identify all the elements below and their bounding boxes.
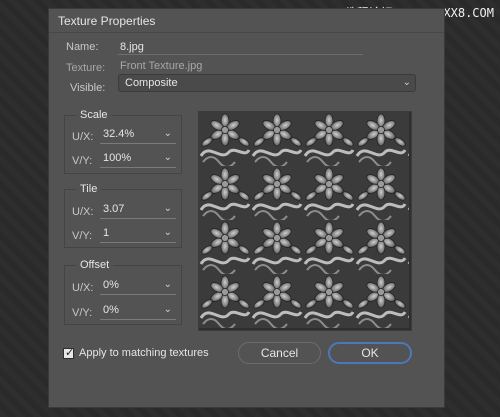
offset-ux-value: 0% [103, 279, 119, 291]
scale-vy-field[interactable]: 100% ⌄ [100, 150, 176, 168]
offset-vy-label: V/Y: [72, 307, 93, 319]
chevron-down-icon[interactable]: ⌄ [164, 128, 172, 139]
apply-checkbox[interactable]: ✓ [63, 347, 75, 359]
visible-label: Visible: [70, 82, 106, 94]
visible-select-value: Composite [125, 77, 178, 89]
chevron-down-icon[interactable]: ⌄ [164, 279, 172, 290]
offset-ux-label: U/X: [72, 282, 94, 294]
chevron-down-icon[interactable]: ⌄ [164, 203, 172, 214]
tile-ux-value: 3.07 [103, 203, 125, 215]
cancel-button[interactable]: Cancel [238, 342, 321, 364]
chevron-down-icon: ⌄ [402, 77, 411, 88]
name-underline [118, 54, 363, 55]
scale-group-label: Scale [76, 109, 112, 121]
chevron-down-icon[interactable]: ⌄ [164, 227, 172, 238]
visible-select[interactable]: Composite ⌄ [118, 74, 416, 92]
dialog-title: Texture Properties [49, 9, 444, 33]
scale-vy-label: V/Y: [72, 155, 93, 167]
scale-ux-label: U/X: [72, 131, 94, 143]
checkmark-icon: ✓ [65, 347, 75, 359]
texture-value: Front Texture.jpg [120, 60, 203, 72]
tile-vy-value: 1 [103, 227, 110, 239]
scale-ux-value: 32.4% [103, 128, 135, 140]
offset-ux-field[interactable]: 0% ⌄ [100, 277, 176, 295]
tile-group-label: Tile [76, 183, 102, 195]
tile-ux-field[interactable]: 3.07 ⌄ [100, 201, 176, 219]
offset-vy-field[interactable]: 0% ⌄ [100, 302, 176, 320]
floral-pattern-image [199, 112, 409, 328]
ok-button[interactable]: OK [328, 342, 412, 364]
scale-vy-value: 100% [103, 152, 132, 164]
scale-ux-field[interactable]: 32.4% ⌄ [100, 126, 176, 144]
tile-ux-label: U/X: [72, 206, 94, 218]
texture-label: Texture: [66, 62, 106, 74]
name-label: Name: [66, 41, 99, 53]
chevron-down-icon[interactable]: ⌄ [164, 152, 172, 163]
name-value[interactable]: 8.jpg [120, 41, 144, 53]
chevron-down-icon[interactable]: ⌄ [164, 304, 172, 315]
apply-label[interactable]: Apply to matching textures [79, 347, 209, 359]
tile-vy-label: V/Y: [72, 230, 93, 242]
offset-group-label: Offset [76, 259, 114, 271]
texture-preview [198, 111, 412, 331]
tile-vy-field[interactable]: 1 ⌄ [100, 225, 176, 243]
texture-properties-dialog: Texture Properties Name: 8.jpg Texture: … [48, 8, 445, 408]
offset-vy-value: 0% [103, 304, 119, 316]
